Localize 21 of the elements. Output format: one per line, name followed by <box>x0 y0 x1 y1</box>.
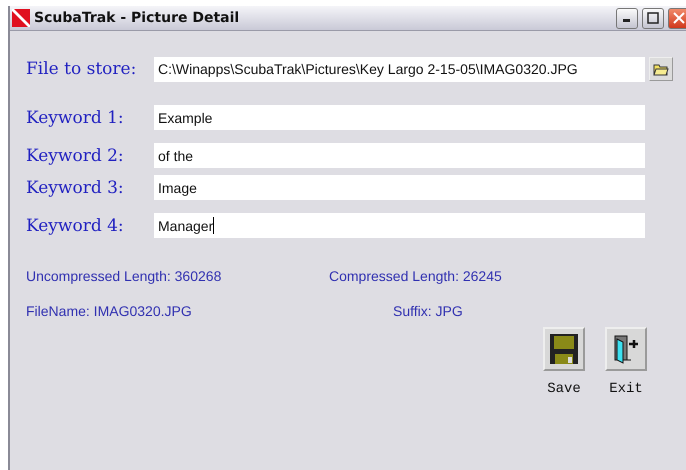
window-title: ScubaTrak - Picture Detail <box>34 10 240 26</box>
file-name: FileName: IMAG0320.JPG <box>26 303 193 319</box>
keyword-field[interactable]: Manager <box>154 213 645 238</box>
uncompressed-length: Uncompressed Length: 360268 <box>26 268 222 284</box>
button-label: Save <box>547 381 581 397</box>
keyword-field[interactable]: of the <box>154 143 645 168</box>
keyword-text: Manager <box>158 218 214 234</box>
field-label: File to store: <box>26 59 138 79</box>
keyword-text: of the <box>158 148 194 164</box>
keyword-label: Keyword 3: <box>26 178 125 198</box>
button-label: Exit <box>609 381 643 397</box>
file-path-field[interactable]: C:\Winapps\ScubaTrak\Pictures\Key Largo 2-15-05\IMAG0320.JPG <box>154 56 645 82</box>
keyword-label: Keyword 4: <box>26 216 125 236</box>
keyword-field[interactable]: Image <box>154 175 645 200</box>
keyword-label: Keyword 1: <box>26 108 125 128</box>
keyword-text: Example <box>158 110 212 126</box>
keyword-text: Image <box>158 180 197 196</box>
compressed-length: Compressed Length: 26245 <box>329 268 503 284</box>
suffix: Suffix: JPG <box>392 303 464 319</box>
keyword-label: Keyword 2: <box>26 146 125 166</box>
keyword-field[interactable]: Example <box>154 105 645 130</box>
